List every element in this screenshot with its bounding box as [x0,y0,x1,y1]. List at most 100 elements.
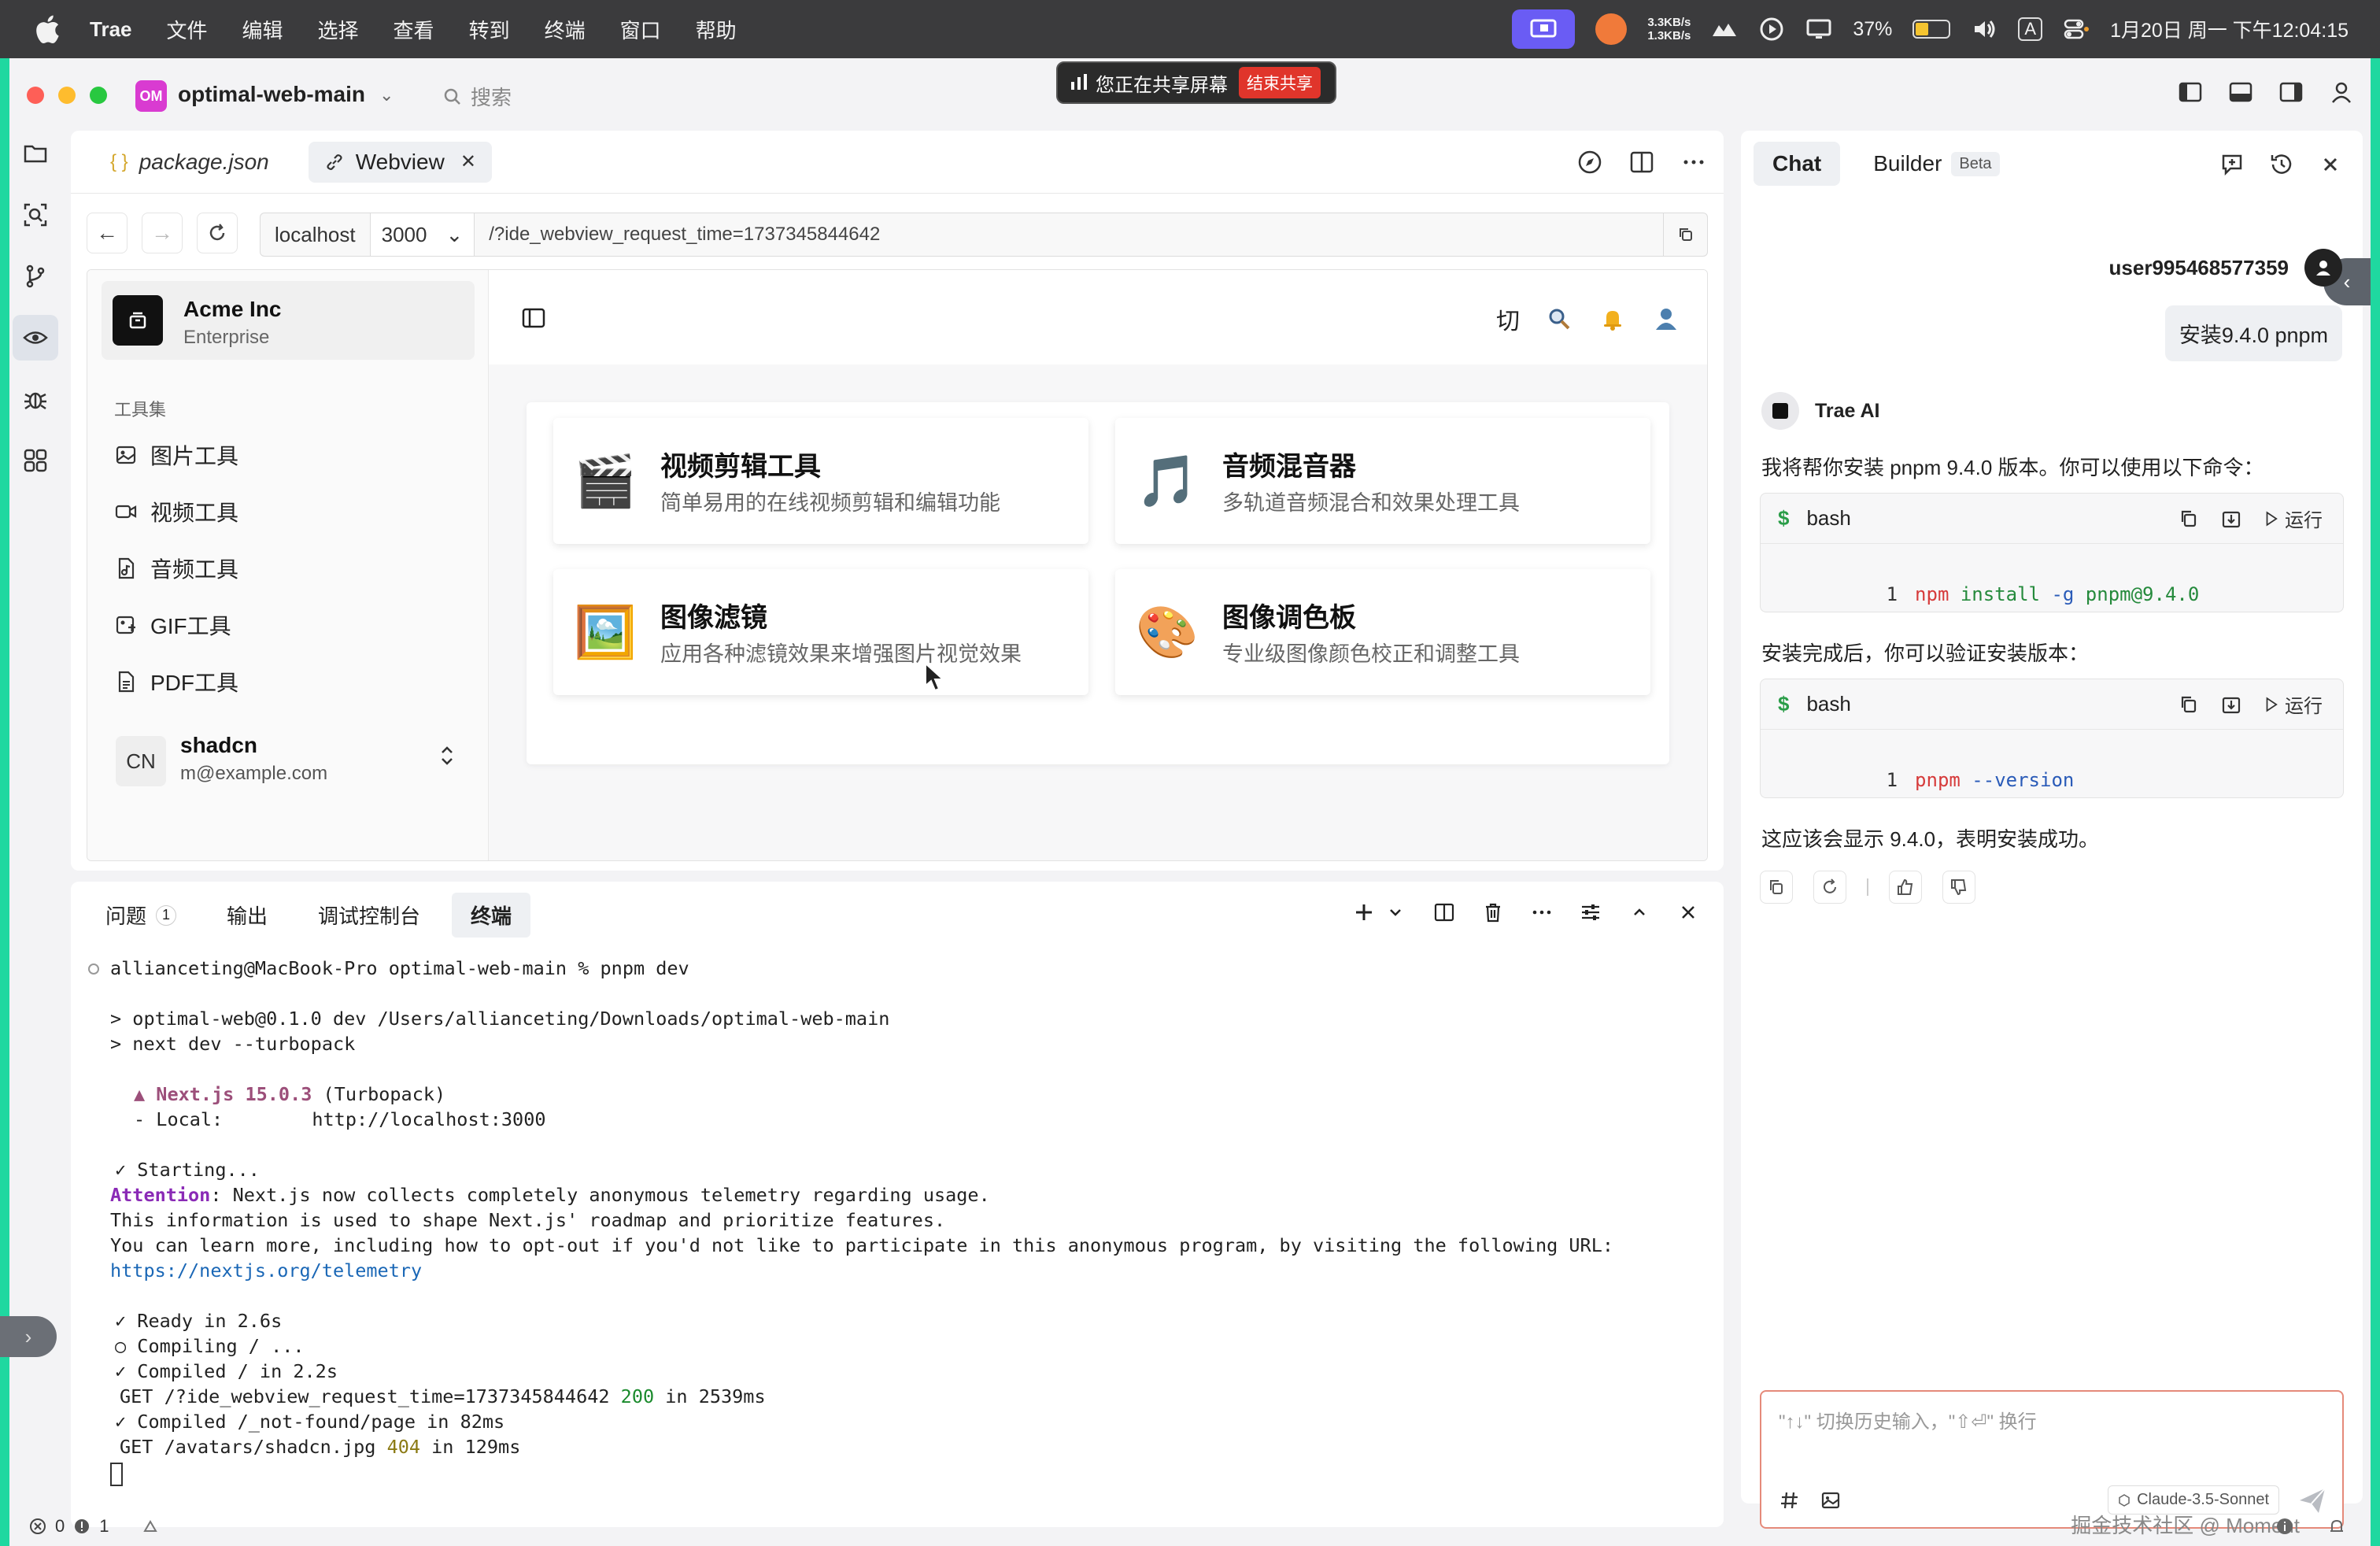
menu-help[interactable]: 帮助 [696,15,737,44]
copy-icon[interactable] [2178,508,2200,530]
explorer-button[interactable] [13,131,58,176]
input-method-indicator[interactable]: A [2018,17,2043,41]
tab-debug-console[interactable]: 调试控制台 [299,893,439,938]
telemetry-link[interactable]: https://nextjs.org/telemetry [110,1259,422,1282]
url-path[interactable]: /?ide_webview_request_time=1737345844642 [475,224,880,246]
menu-go[interactable]: 转到 [469,15,510,44]
insert-code-icon[interactable] [2220,693,2242,716]
code-content[interactable]: 1 pnpm --version [1795,747,2075,797]
toggle-left-panel-icon[interactable] [2177,79,2204,105]
menu-bar-clock[interactable]: 1月20日 周一 下午12:04:15 [2110,15,2349,43]
sidebar-toggle-icon[interactable] [520,305,547,331]
ports-icon[interactable] [141,1517,160,1536]
more-icon[interactable] [1680,148,1708,176]
minimize-window-button[interactable] [58,87,76,104]
split-terminal-icon[interactable] [1432,901,1456,924]
user-menu[interactable]: CN shadcn m@example.com [102,727,475,797]
port-select[interactable]: 3000 ⌄ [370,213,475,256]
tab-output[interactable]: 输出 [208,893,286,938]
source-control-button[interactable] [13,253,58,299]
split-editor-icon[interactable] [1628,148,1656,176]
sidebar-item-pdf-tools[interactable]: PDF工具 [114,662,238,701]
project-badge[interactable]: OM [135,80,167,112]
more-icon[interactable] [1530,901,1554,924]
tool-card-color-palette[interactable]: 🎨 图像调色板 专业级图像颜色校正和调整工具 [1115,569,1650,695]
sidebar-item-image-tools[interactable]: 图片工具 [114,435,238,475]
debug-button[interactable] [13,376,58,422]
close-tab-icon[interactable]: ✕ [460,150,476,173]
sidebar-item-video-tools[interactable]: 视频工具 [114,492,238,531]
copy-url-button[interactable] [1663,213,1707,256]
battery-icon[interactable] [1913,20,1951,39]
close-icon[interactable] [1676,901,1700,924]
sidebar-item-gif-tools[interactable]: GIF工具 [114,605,231,645]
toggle-right-panel-icon[interactable] [2278,79,2304,105]
copy-icon[interactable] [2178,693,2200,716]
history-icon[interactable] [2268,151,2295,178]
chevron-down-icon[interactable] [1384,901,1407,924]
run-button[interactable]: 运行 [2263,505,2323,532]
thumbs-up-button[interactable] [1889,871,1922,904]
chevron-up-icon[interactable] [1628,901,1651,924]
new-chat-icon[interactable] [2219,151,2246,178]
new-terminal-icon[interactable] [1352,901,1376,924]
trash-icon[interactable] [1481,901,1505,924]
problems-summary[interactable]: 0 1 [28,1516,160,1537]
close-window-button[interactable] [27,87,44,104]
tab-problems[interactable]: 问题 1 [87,893,195,938]
tool-card-image-filters[interactable]: 🖼️ 图像滤镜 应用各种滤镜效果来增强图片视觉效果 [553,569,1088,695]
run-button[interactable]: 运行 [2263,690,2323,718]
volume-icon[interactable] [1971,16,1998,43]
mountains-icon[interactable] [1711,16,1738,43]
menu-file[interactable]: 文件 [167,15,208,44]
sidebar-item-audio-tools[interactable]: 音频工具 [114,549,238,588]
notification-bell-icon[interactable] [2326,1516,2347,1537]
tab-package-json[interactable]: { } package.json [94,142,285,183]
tab-chat[interactable]: Chat [1754,142,1841,186]
team-switcher[interactable]: Acme Inc Enterprise [102,281,475,360]
account-icon[interactable] [2328,79,2355,105]
control-center-icon[interactable] [2063,16,2090,43]
toggle-bottom-panel-icon[interactable] [2227,79,2254,105]
chevron-down-icon[interactable]: ⌄ [379,85,394,105]
forward-button[interactable]: → [142,213,183,253]
command-search[interactable]: 搜索 [442,82,512,111]
terminal-output[interactable]: allianceting@MacBook-Pro optimal-web-mai… [71,949,1724,1516]
screen-share-status-icon[interactable] [1512,9,1576,49]
webview-panel-button[interactable] [13,315,58,361]
menu-window[interactable]: 窗口 [620,15,661,44]
menu-app-name[interactable]: Trae [90,17,132,42]
close-icon[interactable] [2317,151,2344,178]
info-icon[interactable] [2275,1516,2295,1537]
user-profile-icon[interactable] [1652,305,1680,333]
code-content[interactable]: 1 npm install -g pnpm@9.4.0 [1795,561,2200,612]
tool-card-audio-mixer[interactable]: 🎵 音频混音器 多轨道音频混合和效果处理工具 [1115,418,1650,544]
insert-code-icon[interactable] [2220,508,2242,530]
play-circle-icon[interactable] [1758,16,1785,43]
extensions-button[interactable] [13,438,58,483]
menu-terminal[interactable]: 终端 [545,15,586,44]
reload-button[interactable] [197,213,238,253]
bell-icon[interactable] [1598,305,1627,333]
url-host[interactable]: localhost [261,213,371,256]
project-name[interactable]: optimal-web-main [178,82,365,107]
url-field[interactable]: localhost 3000 ⌄ /?ide_webview_request_t… [260,213,1708,257]
sliders-icon[interactable] [1579,901,1602,924]
menu-view[interactable]: 查看 [394,15,434,44]
tab-builder[interactable]: Builder Beta [1854,142,2018,186]
menu-edit[interactable]: 编辑 [242,15,283,44]
cat-app-icon[interactable] [1595,13,1628,45]
search-panel-button[interactable] [13,192,58,238]
tab-terminal[interactable]: 终端 [452,893,531,938]
tool-card-video-editor[interactable]: 🎬 视频剪辑工具 简单易用的在线视频剪辑和编辑功能 [553,418,1088,544]
copy-message-button[interactable] [1760,871,1793,904]
tab-webview[interactable]: Webview ✕ [308,141,492,183]
language-toggle[interactable]: 切 [1496,301,1520,336]
search-icon[interactable] [1545,305,1573,333]
compass-icon[interactable] [1576,148,1604,176]
stop-sharing-button[interactable]: 结束共享 [1239,67,1321,98]
expand-sidebar-handle[interactable]: › [0,1316,57,1357]
display-icon[interactable] [1805,16,1832,43]
thumbs-down-button[interactable] [1942,871,1975,904]
back-button[interactable]: ← [87,213,128,253]
